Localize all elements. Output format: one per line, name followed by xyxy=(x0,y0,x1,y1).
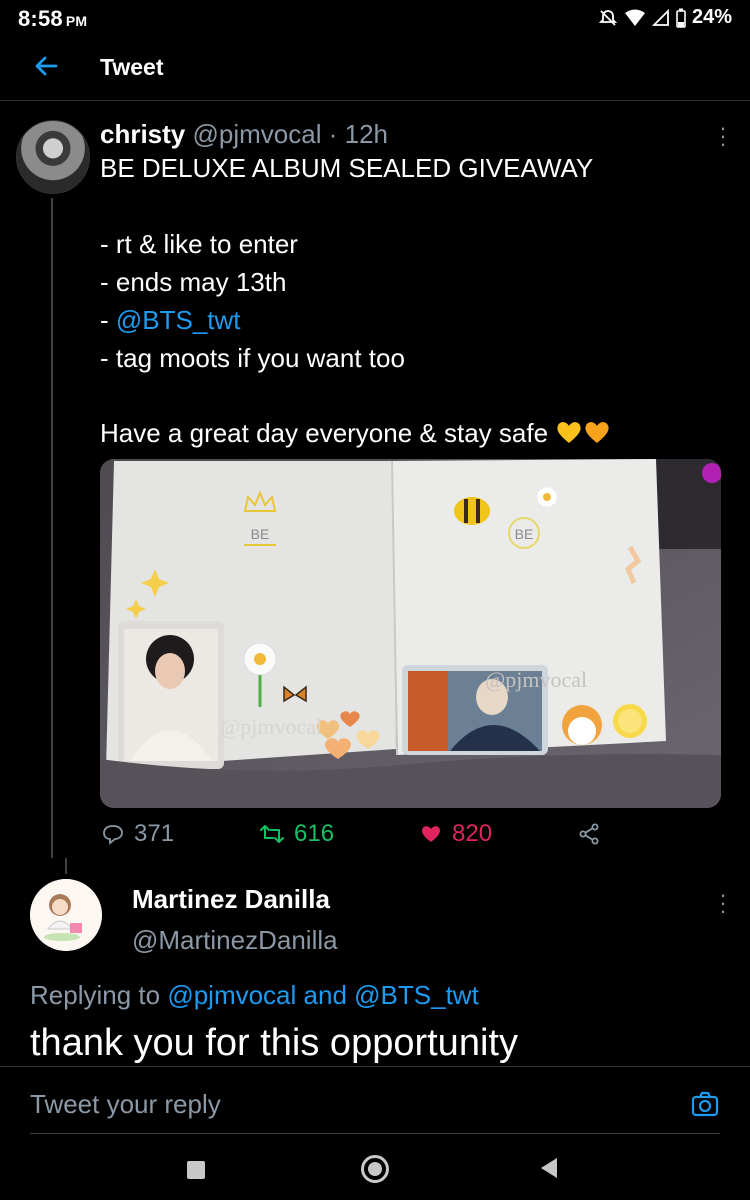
dot-separator: · xyxy=(328,119,338,149)
system-nav-bar xyxy=(0,1138,750,1200)
tweet-text-line: - @BTS_twt xyxy=(100,305,241,335)
heart-icon xyxy=(422,826,440,842)
replying-to-link[interactable]: @pjmvocal xyxy=(167,980,296,1010)
reply-composer xyxy=(0,1066,750,1139)
replying-to-link[interactable]: @BTS_twt xyxy=(354,980,479,1010)
tweet-header: christy @pjmvocal · 12h xyxy=(100,119,388,150)
yellow-heart-icon xyxy=(557,422,581,443)
like-count: 820 xyxy=(452,820,493,847)
retweet-count: 616 xyxy=(294,820,335,847)
reply-more-options-icon[interactable]: · · · xyxy=(716,884,730,922)
tweet-text-line: BE DELUXE ALBUM SEALED GIVEAWAY xyxy=(100,153,594,183)
reply-text: thank you for this opportunity xyxy=(30,1022,518,1064)
retweet-icon xyxy=(260,825,284,843)
tweet-time: 12h xyxy=(344,119,389,149)
reply-count: 371 xyxy=(134,820,175,847)
mention-link[interactable]: @BTS_twt xyxy=(116,305,241,335)
mute-icon xyxy=(598,9,618,26)
album-photo-illustration: BE @pjmvocal BE @pjmvocal xyxy=(100,459,721,808)
composer-underline xyxy=(30,1133,720,1134)
back-arrow-icon[interactable] xyxy=(30,50,62,82)
tweet-photo[interactable]: BE @pjmvocal BE @pjmvocal xyxy=(100,459,721,808)
thread-line xyxy=(51,198,53,858)
status-clock: 8:58 PM xyxy=(18,6,88,31)
author-name[interactable]: christy xyxy=(100,119,185,149)
signal-icon xyxy=(651,8,669,26)
camera-icon[interactable] xyxy=(690,1089,720,1119)
be-logo-left: BE xyxy=(251,526,270,542)
avatar-illustration xyxy=(30,879,102,951)
status-icons: 24% xyxy=(598,6,732,29)
thread-line-reply xyxy=(65,858,67,874)
author-avatar[interactable] xyxy=(16,120,90,194)
reply-icon xyxy=(103,825,123,845)
reply-author-handle[interactable]: @MartinezDanilla xyxy=(132,925,338,956)
author-handle[interactable]: @pjmvocal xyxy=(193,119,322,149)
wifi-icon xyxy=(624,9,645,26)
top-app-bar: Tweet xyxy=(0,36,750,101)
like-button[interactable]: 820 xyxy=(420,818,492,850)
more-options-icon[interactable]: · · · xyxy=(716,117,730,155)
status-bar: 8:58 PM 24% xyxy=(0,0,750,36)
tweet-text-line: Have a great day everyone & stay safe xyxy=(100,418,611,449)
replying-to: Replying to @pjmvocal and @BTS_twt xyxy=(30,980,479,1010)
home-icon[interactable] xyxy=(361,1155,389,1183)
page-title: Tweet xyxy=(100,54,164,80)
watermark-left: @pjmvocal xyxy=(220,714,322,739)
replying-and: and xyxy=(303,980,347,1010)
orange-heart-icon xyxy=(585,422,609,443)
recents-icon[interactable] xyxy=(187,1161,205,1179)
tweet-text-line: - ends may 13th xyxy=(100,267,287,297)
reply-author-name[interactable]: Martinez Danilla xyxy=(132,884,330,915)
reply-button[interactable]: 371 xyxy=(102,818,174,850)
watermark-right: @pjmvocal xyxy=(485,667,587,692)
reply-input[interactable] xyxy=(30,1089,670,1119)
tweet-text-line: - tag moots if you want too xyxy=(100,343,405,373)
battery-percent: 24% xyxy=(691,6,732,28)
be-logo-right: BE xyxy=(515,526,534,542)
nav-back-icon[interactable] xyxy=(541,1158,557,1178)
share-button[interactable] xyxy=(578,818,600,850)
battery-icon xyxy=(676,8,686,28)
retweet-button[interactable]: 616 xyxy=(260,818,334,850)
tweet-text-line: - rt & like to enter xyxy=(100,229,298,259)
share-icon xyxy=(579,823,599,845)
reply-author-avatar[interactable] xyxy=(30,879,102,951)
